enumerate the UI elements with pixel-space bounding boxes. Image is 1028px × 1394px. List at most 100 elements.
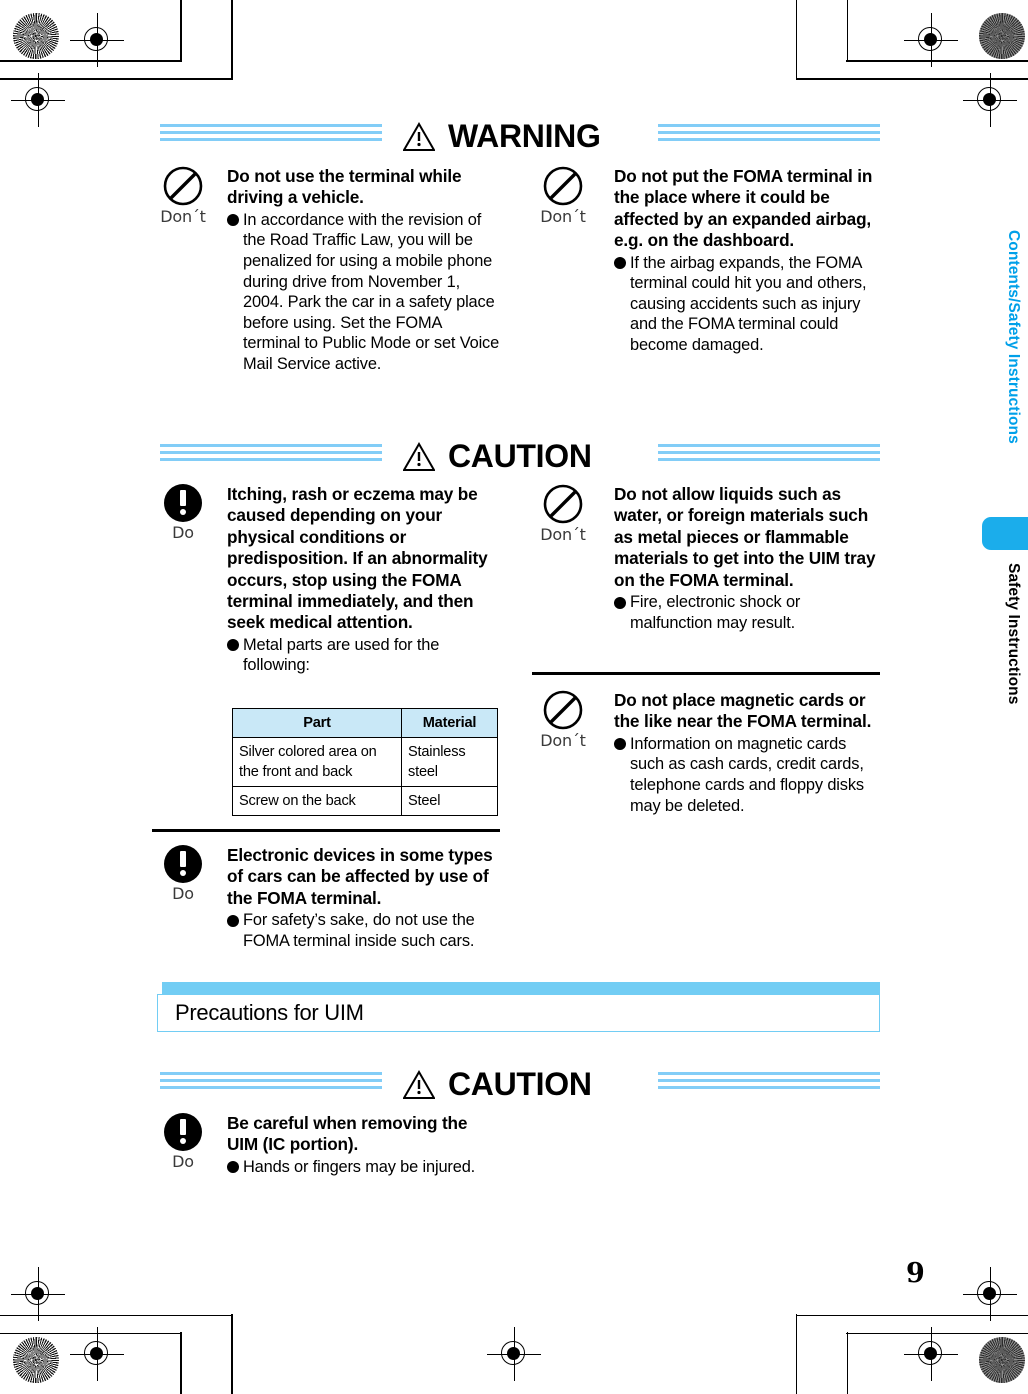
registration-mark-icon [904, 1327, 958, 1381]
item-heading: Itching, rash or eczema may be caused de… [227, 484, 488, 633]
item-body-text: If the airbag expands, the FOMA terminal… [630, 253, 867, 354]
text-column: Do not allow liquids such as water, or f… [614, 484, 882, 633]
table-cell-part: Silver colored area on the front and bac… [232, 737, 402, 787]
text-column: Do not use the terminal while driving a … [227, 166, 502, 375]
crop-mark-line [231, 1314, 233, 1394]
item-body: Hands or fingers may be injured. [227, 1157, 502, 1178]
decorative-rules-left [160, 124, 382, 141]
item-heading: Do not put the FOMA terminal in the plac… [614, 166, 873, 251]
decorative-rules-right [658, 1072, 880, 1089]
section-band-title-box: Precautions for UIM [157, 994, 880, 1032]
registration-mark-icon [11, 73, 65, 127]
bullet-icon [227, 214, 239, 227]
section-title-caution-uim: CAUTION [448, 1066, 592, 1102]
sidebar-active-tab[interactable] [982, 517, 1028, 550]
table-row: Silver colored area on the front and bac… [232, 737, 498, 787]
item-body-text: In accordance with the revision of the R… [243, 210, 500, 373]
table-cell-material: Steel [401, 786, 498, 816]
icon-column: Do [152, 1113, 214, 1171]
icon-column: Don´t [532, 484, 594, 544]
prohibition-icon [543, 690, 583, 730]
text-column: Itching, rash or eczema may be caused de… [227, 484, 502, 676]
mandatory-action-icon [164, 484, 202, 522]
section-header-caution: CAUTION [160, 440, 880, 480]
mandatory-action-icon [164, 1113, 202, 1151]
icon-label-dont: Don´t [540, 207, 586, 226]
item-body-text: Information on magnetic cards such as ca… [630, 734, 864, 815]
prohibition-icon [543, 166, 583, 206]
icon-label-dont: Don´t [540, 525, 586, 544]
bullet-icon [227, 1161, 239, 1174]
star-target-icon [979, 13, 1025, 59]
icon-label-dont: Don´t [540, 731, 586, 750]
registration-mark-icon [487, 1327, 541, 1381]
item-heading: Electronic devices in some types of cars… [227, 845, 493, 908]
icon-label-do: Do [172, 523, 194, 542]
crop-mark-line [795, 0, 797, 80]
decorative-rules-right [658, 444, 880, 461]
item-divider [152, 829, 500, 832]
text-column: Do not put the FOMA terminal in the plac… [614, 166, 882, 356]
registration-mark-icon [904, 13, 958, 67]
sidebar-chapter-label: Contents/Safety Instructions [1005, 230, 1022, 444]
item-body: In accordance with the revision of the R… [227, 210, 502, 375]
text-column: Be careful when removing the UIM (IC por… [227, 1113, 502, 1177]
crop-mark-line [231, 0, 233, 80]
item-body-text: Metal parts are used for the following: [243, 635, 440, 675]
icon-column: Do [152, 845, 214, 903]
table-header-row: Part Material [232, 708, 498, 738]
sidebar-rail: Contents/Safety Instructions Safety Inst… [982, 230, 1028, 730]
warning-triangle-icon [402, 441, 436, 471]
item-divider [532, 672, 880, 675]
item-heading: Do not allow liquids such as water, or f… [614, 484, 876, 590]
icon-label-do: Do [172, 1152, 194, 1171]
registration-mark-icon [963, 73, 1017, 127]
section-title-caution: CAUTION [448, 438, 592, 474]
bullet-icon [614, 257, 626, 270]
icon-column: Don´t [532, 166, 594, 226]
icon-label-do: Do [172, 884, 194, 903]
star-target-icon [979, 1337, 1025, 1383]
warning-triangle-icon [402, 121, 436, 151]
registration-mark-icon [11, 1267, 65, 1321]
section-title-warning: WARNING [448, 118, 601, 154]
mandatory-action-icon [164, 845, 202, 883]
text-column: Do not place magnetic cards or the like … [614, 690, 882, 816]
icon-column: Don´t [532, 690, 594, 750]
bullet-icon [227, 639, 239, 652]
icon-column: Do [152, 484, 214, 542]
table-cell-part: Screw on the back [232, 786, 402, 816]
sidebar-section-label: Safety Instructions [1005, 563, 1022, 705]
text-column: Electronic devices in some types of cars… [227, 845, 502, 951]
crop-mark-line [846, 0, 848, 62]
table-header-part: Part [232, 708, 402, 738]
section-band-title: Precautions for UIM [175, 1000, 364, 1025]
bullet-icon [614, 738, 626, 751]
item-body: Information on magnetic cards such as ca… [614, 734, 882, 816]
icon-column: Don´t [152, 166, 214, 226]
prohibition-icon [543, 484, 583, 524]
table-header-material: Material [401, 708, 498, 738]
decorative-rules-right [658, 124, 880, 141]
page-number: 9 [906, 1258, 925, 1289]
star-target-icon [13, 13, 59, 59]
table-row: Screw on the back Steel [232, 786, 498, 816]
registration-mark-icon [70, 1327, 124, 1381]
section-header-caution-uim: CAUTION [160, 1068, 880, 1108]
item-heading: Be careful when removing the UIM (IC por… [227, 1113, 468, 1155]
item-body: Fire, electronic shock or malfunction ma… [614, 592, 882, 633]
prohibition-icon [163, 166, 203, 206]
registration-mark-icon [963, 1267, 1017, 1321]
decorative-rules-left [160, 444, 382, 461]
crop-mark-line [795, 1314, 797, 1394]
crop-mark-line [180, 1332, 182, 1394]
item-body: Metal parts are used for the following: [227, 635, 502, 676]
item-body-text: Hands or fingers may be injured. [243, 1157, 476, 1176]
item-heading: Do not place magnetic cards or the like … [614, 690, 872, 732]
bullet-icon [227, 914, 239, 927]
table-cell-material: Stainless steel [401, 737, 498, 787]
crop-mark-line [846, 1332, 848, 1394]
star-target-icon [13, 1337, 59, 1383]
item-body: For safety’s sake, do not use the FOMA t… [227, 910, 502, 951]
item-body-text: Fire, electronic shock or malfunction ma… [630, 593, 801, 632]
